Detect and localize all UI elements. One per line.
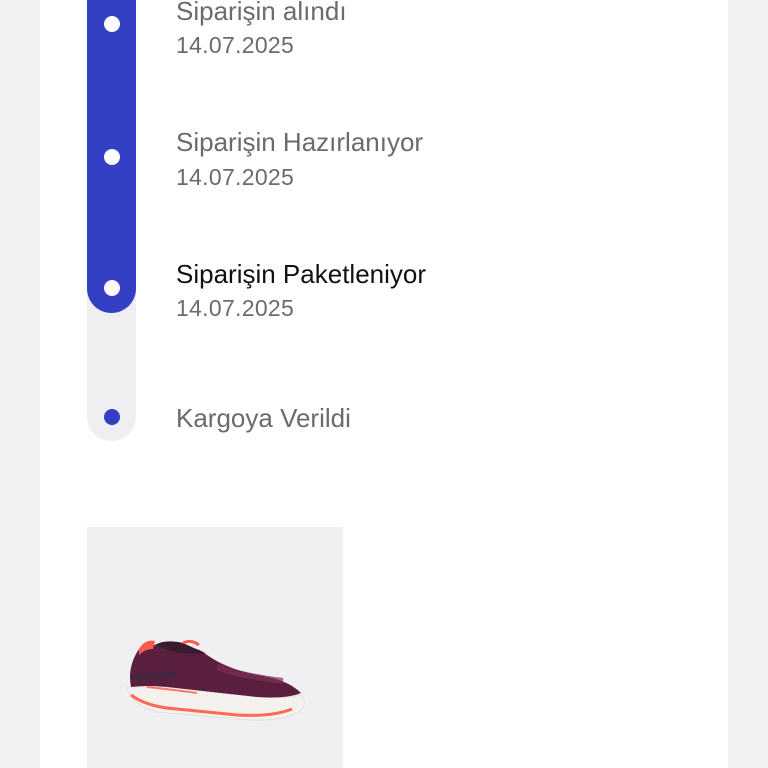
step-3-dot	[104, 280, 120, 296]
step-2-dot	[104, 149, 120, 165]
running-shoe-icon	[126, 639, 305, 721]
step-1-date: 14.07.2025	[176, 32, 295, 58]
step-3-date: 14.07.2025	[176, 295, 295, 321]
step-1-title: Siparişin alındı	[176, 0, 347, 26]
step-2-title: Siparişin Hazırlanıyor	[176, 127, 424, 157]
step-1-dot	[104, 16, 120, 32]
product-image[interactable]	[87, 527, 343, 768]
step-4-title: Kargoya Verildi	[176, 403, 351, 433]
step-4-dot	[104, 409, 120, 425]
step-3-title: Siparişin Paketleniyor	[176, 259, 427, 289]
step-2-date: 14.07.2025	[176, 164, 295, 190]
